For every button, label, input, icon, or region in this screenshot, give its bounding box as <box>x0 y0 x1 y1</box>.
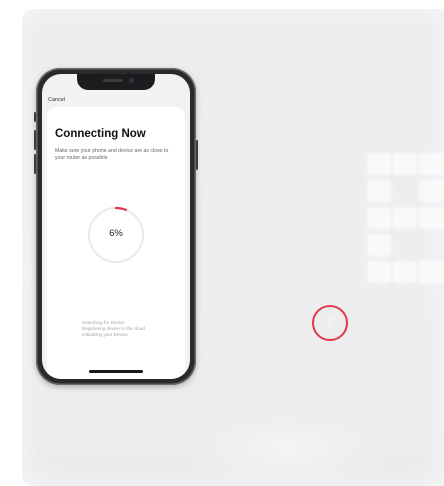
led-segment <box>368 262 390 282</box>
progress-percent: 6% <box>109 228 123 239</box>
led-segment <box>394 262 416 282</box>
instruction-text: Make sure your phone and device are as c… <box>55 148 169 161</box>
wifi-icon <box>322 317 338 330</box>
phone-notch <box>77 74 155 90</box>
panel-reflection <box>172 409 402 486</box>
page-title: Connecting Now <box>55 128 146 140</box>
led-segment <box>368 154 390 174</box>
led-segment <box>368 208 390 228</box>
status-steps-list: Searching for Device Registering device … <box>82 320 182 338</box>
led-segment <box>420 181 444 201</box>
volume-up-button <box>34 130 36 150</box>
volume-down-button <box>34 154 36 174</box>
camera-icon <box>129 78 134 83</box>
power-button <box>196 140 198 170</box>
phone-mockup: Cancel Connecting Now Make sure your pho… <box>34 68 198 385</box>
progress-ring: 6% <box>86 205 146 265</box>
speaker-grille <box>103 79 123 82</box>
led-segment <box>420 208 444 228</box>
product-scene: Cancel Connecting Now Make sure your pho… <box>0 0 444 486</box>
led-segment <box>368 181 390 201</box>
led-segment <box>420 154 444 174</box>
phone-screen: Cancel Connecting Now Make sure your pho… <box>42 74 190 379</box>
led-segment <box>394 208 416 228</box>
mute-switch <box>34 112 36 122</box>
cancel-button[interactable]: Cancel <box>48 97 65 103</box>
status-step: Initializing your Device <box>82 332 128 337</box>
led-segment <box>368 235 390 255</box>
led-segment <box>420 262 444 282</box>
wifi-indicator-highlight <box>312 305 348 341</box>
home-indicator <box>89 370 143 373</box>
led-segment <box>394 154 416 174</box>
